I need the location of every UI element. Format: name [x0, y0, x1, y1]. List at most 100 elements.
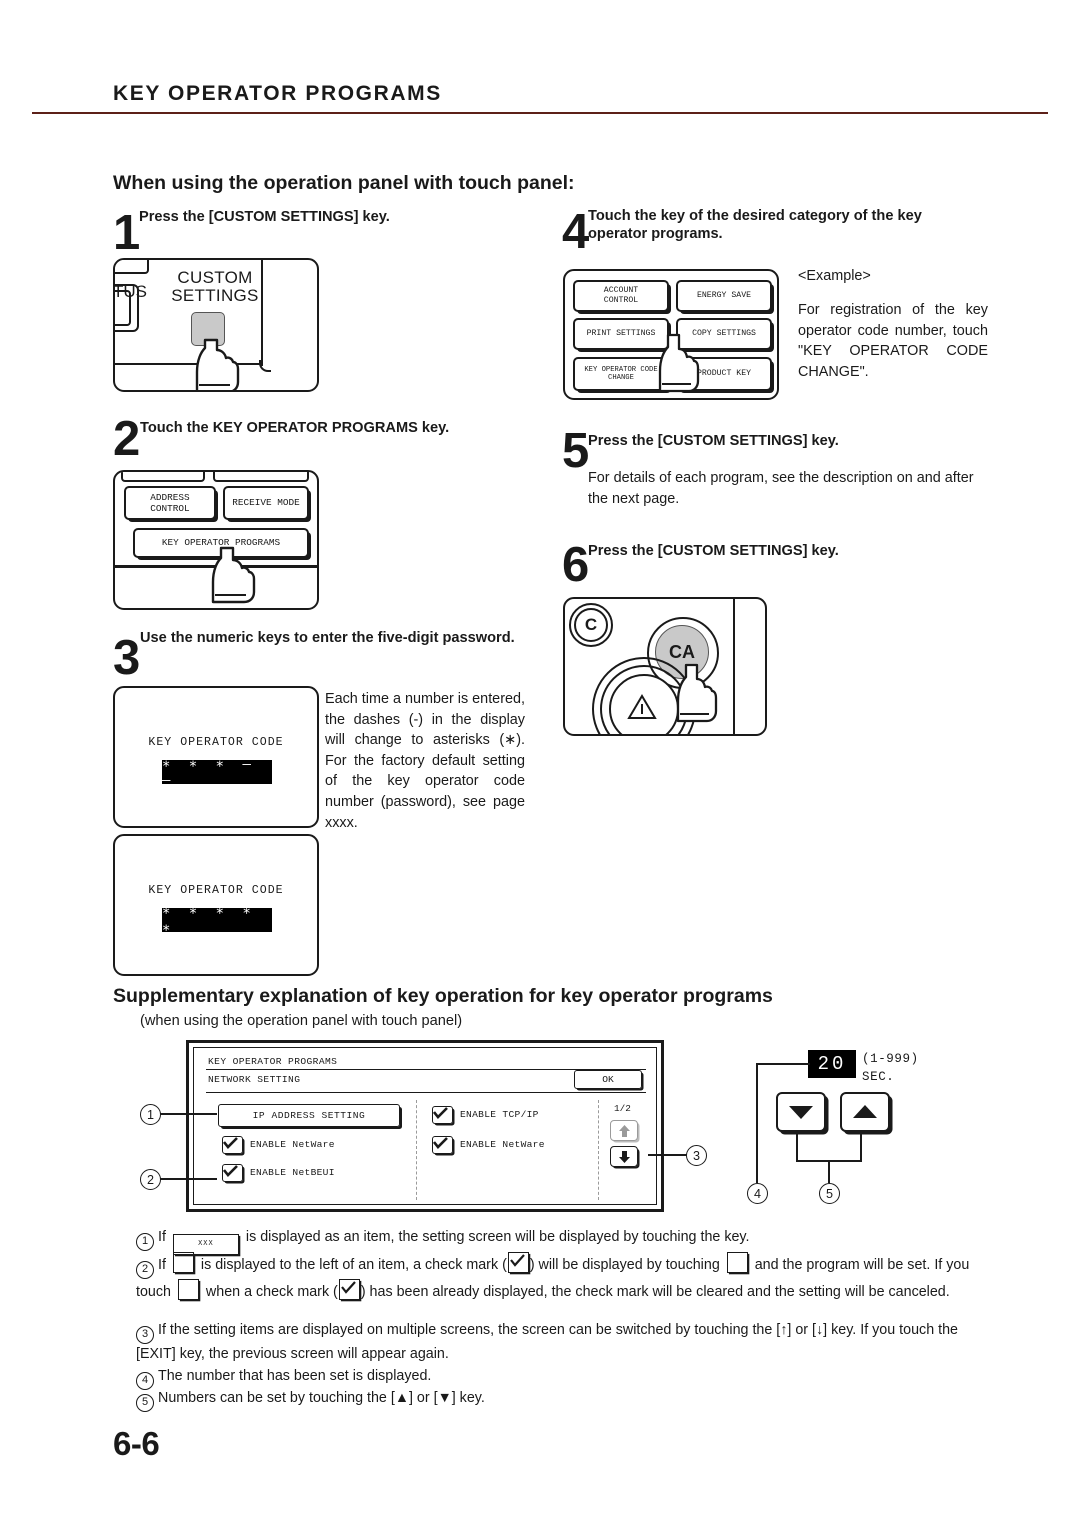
note-4-text: The number that has been set is displaye…: [158, 1368, 432, 1384]
panel-corner: [259, 360, 271, 372]
note-1-marker: 1: [136, 1232, 154, 1251]
triangle-up-icon: [853, 1105, 877, 1118]
note-2-text-f: ) has been already displayed, the check …: [360, 1283, 950, 1300]
display-label: KEY OPERATOR CODE: [148, 884, 284, 897]
inline-checkbox-empty-3: [177, 1278, 199, 1300]
ip-address-setting-button[interactable]: IP ADDRESS SETTING: [218, 1104, 400, 1127]
note-2-text-a: If: [158, 1257, 170, 1273]
touch-key-receive-mode[interactable]: RECEIVE MODE: [223, 486, 309, 520]
pointing-hand-icon: [211, 546, 256, 604]
page-number: 6-6: [113, 1425, 160, 1462]
page-indicator: 1/2: [614, 1103, 631, 1114]
c-key-label: C: [584, 615, 598, 634]
category-key-label: ACCOUNT CONTROL: [603, 286, 639, 305]
inline-checkbox-empty-2: [726, 1252, 748, 1273]
callout-1-leader: [159, 1113, 217, 1115]
panel-partial-key-top: [115, 260, 149, 274]
note-5-text: Numbers can be set by touching the [▲] o…: [158, 1390, 485, 1406]
step-1-illustration: CUSTOM SETTINGS TUS: [113, 258, 319, 392]
step-5-number: 5: [562, 424, 590, 478]
step-4-illustration: ACCOUNT CONTROL ENERGY SAVE PRINT SETTING…: [563, 269, 779, 400]
screen-subtitle: NETWORK SETTING: [208, 1074, 301, 1085]
note-2-text-b: is displayed to the left of an item, a c…: [196, 1257, 507, 1273]
callout-2-leader: [159, 1178, 217, 1180]
category-key-label: ENERGY SAVE: [696, 291, 752, 301]
callout-4-leader-h: [756, 1063, 810, 1065]
checkbox-label: ENABLE NetWare: [460, 1139, 545, 1150]
numeric-value-display: 20: [808, 1050, 856, 1078]
step-1-instruction: Press the [CUSTOM SETTINGS] key.: [139, 209, 390, 225]
step-5-body: For details of each program, see the des…: [588, 470, 974, 507]
arrow-up-icon: [618, 1124, 630, 1137]
callout-5-leader-stem: [828, 1160, 830, 1183]
screen-title: KEY OPERATOR PROGRAMS: [208, 1056, 338, 1067]
touch-key-address-control[interactable]: ADDRESS CONTROL: [124, 486, 216, 520]
note-1-text-a: If: [158, 1229, 170, 1245]
clear-key[interactable]: C: [574, 608, 608, 642]
pointing-hand-icon: [658, 333, 700, 393]
callout-4-leader-v: [756, 1063, 758, 1183]
value-decrease-button[interactable]: [776, 1092, 826, 1132]
callout-2-marker: 2: [140, 1169, 161, 1190]
section-heading: When using the operation panel with touc…: [113, 172, 575, 194]
inline-checkbox-checked-1: [507, 1252, 529, 1273]
value-increase-button[interactable]: [840, 1092, 890, 1132]
numeric-range-label: (1-999): [862, 1052, 919, 1066]
note-3-marker: 3: [136, 1325, 154, 1344]
page-header-title: KEY OPERATOR PROGRAMS: [113, 82, 442, 105]
step-3-display-2: KEY OPERATOR CODE ∗ ∗ ∗ ∗ ∗: [113, 834, 319, 976]
inline-checkbox-empty-1: [172, 1252, 194, 1273]
checkbox-label: ENABLE NetBEUI: [250, 1167, 335, 1178]
step-4-example-body: For registration of the key operator cod…: [798, 302, 988, 380]
note-1-text-b: is displayed as an item, the setting scr…: [241, 1229, 750, 1245]
note-4: 4 The number that has been set is display…: [136, 1366, 988, 1390]
touch-key-label: RECEIVE MODE: [232, 497, 300, 509]
arrow-down-icon: [618, 1150, 630, 1163]
step-6-number: 6: [562, 538, 590, 592]
scroll-up-button[interactable]: [610, 1120, 638, 1141]
header-rule: [32, 112, 1048, 114]
touch-screen-illustration: KEY OPERATOR PROGRAMS NETWORK SETTING OK…: [186, 1040, 664, 1212]
display-value: ∗ ∗ ∗ — —: [162, 757, 272, 789]
category-key-energy-save[interactable]: ENERGY SAVE: [676, 280, 772, 312]
checkbox-enable-netware-left[interactable]: [222, 1136, 243, 1154]
callout-3-marker: 3: [686, 1145, 707, 1166]
ok-button-label: OK: [602, 1074, 614, 1085]
start-triangle-icon: [627, 694, 657, 719]
checkbox-enable-netbeui[interactable]: [222, 1164, 243, 1182]
category-key-label: KEY OPERATOR CODE CHANGE: [584, 365, 658, 382]
inline-checkbox-checked-2: [338, 1278, 360, 1300]
note-3-text: If the setting items are displayed on mu…: [136, 1322, 958, 1362]
checkbox-label: ENABLE NetWare: [250, 1139, 335, 1150]
pointing-hand-icon: [676, 663, 718, 723]
checkbox-enable-netware-right[interactable]: [432, 1136, 453, 1154]
note-2-marker: 2: [136, 1260, 154, 1279]
ca-key-label: CA: [669, 641, 695, 662]
step-4-instruction: Touch the key of the desired category of…: [588, 208, 922, 243]
category-key-account-control[interactable]: ACCOUNT CONTROL: [573, 280, 669, 312]
note-2: 2 If is displayed to the left of an item,…: [136, 1252, 986, 1303]
column-divider: [416, 1100, 417, 1200]
supplementary-subheading: (when using the operation panel with tou…: [140, 1013, 463, 1029]
step-3-display-1: KEY OPERATOR CODE ∗ ∗ ∗ — —: [113, 686, 319, 828]
note-5: 5 Numbers can be set by touching the [▲] …: [136, 1388, 988, 1412]
ok-button[interactable]: OK: [574, 1070, 642, 1089]
scroll-down-button[interactable]: [610, 1146, 638, 1167]
step-2-illustration: ADDRESS CONTROL RECEIVE MODE KEY OPERATOR…: [113, 470, 319, 610]
ip-address-setting-label: IP ADDRESS SETTING: [252, 1110, 366, 1121]
callout-5-leader-v1: [796, 1130, 798, 1162]
callout-5-leader-v2: [860, 1130, 862, 1162]
step-3-instruction: Use the numeric keys to enter the five-d…: [140, 630, 515, 646]
checkbox-enable-tcpip[interactable]: [432, 1106, 453, 1124]
custom-settings-label-line1: CUSTOM: [177, 268, 253, 287]
panel-status-text: TUS: [113, 282, 147, 301]
tab-right: [213, 472, 309, 482]
panel-divider-v: [261, 260, 264, 366]
note-5-marker: 5: [136, 1393, 154, 1412]
callout-1-marker: 1: [140, 1104, 161, 1125]
tab-left: [121, 472, 205, 482]
step-2-number: 2: [113, 412, 141, 466]
step-6-instruction: Press the [CUSTOM SETTINGS] key.: [588, 543, 839, 559]
step-1-number: 1: [113, 206, 141, 260]
step-3-body: Each time a number is entered, the dashe…: [325, 691, 525, 831]
